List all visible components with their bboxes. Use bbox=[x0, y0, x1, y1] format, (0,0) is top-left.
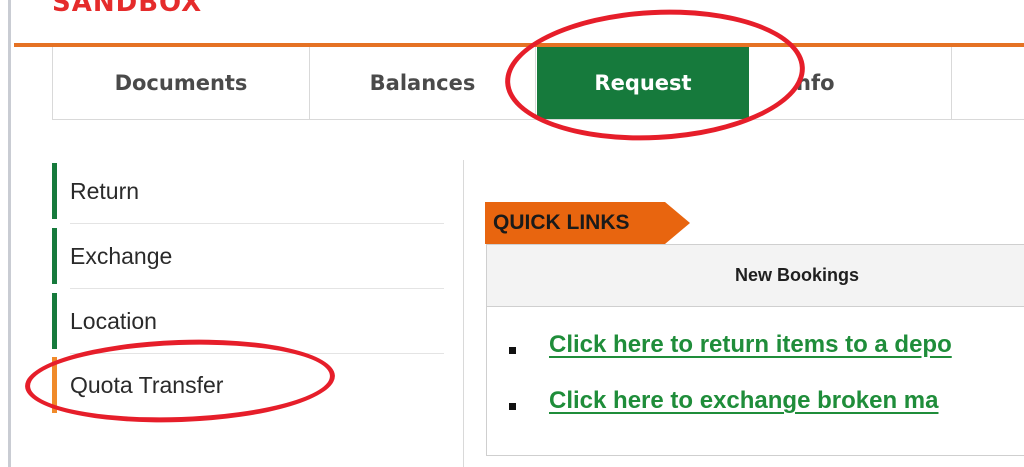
sidebar-item-marker bbox=[52, 357, 57, 413]
left-edge-rule bbox=[8, 0, 11, 467]
content-divider bbox=[463, 160, 464, 467]
sidebar-item-label: Return bbox=[70, 177, 140, 204]
sidebar-item-label: Location bbox=[70, 307, 157, 334]
sidebar-item-return[interactable]: Return bbox=[52, 163, 444, 224]
list-item: Click here to exchange broken ma bbox=[487, 387, 1024, 443]
sidebar-item-marker bbox=[52, 293, 57, 349]
list-item: Click here to return items to a depo bbox=[487, 331, 1024, 387]
new-bookings-panel: New Bookings Click here to return items … bbox=[486, 244, 1024, 456]
return-items-link[interactable]: Click here to return items to a depo bbox=[549, 331, 952, 359]
quick-link-list: Click here to return items to a depo Cli… bbox=[487, 331, 1024, 443]
brand-logo: SANDBOX bbox=[52, 0, 202, 14]
new-bookings-header: New Bookings bbox=[487, 245, 1024, 307]
exchange-broken-link[interactable]: Click here to exchange broken ma bbox=[549, 387, 938, 415]
sidebar-item-exchange[interactable]: Exchange bbox=[52, 228, 444, 289]
quick-links-banner: QUICK LINKS bbox=[485, 202, 695, 244]
sidebar-item-marker bbox=[52, 163, 57, 219]
quick-links-title: QUICK LINKS bbox=[485, 202, 665, 244]
bullet-icon bbox=[509, 347, 516, 354]
sidebar-item-marker bbox=[52, 228, 57, 284]
sidebar-item-location[interactable]: Location bbox=[52, 293, 444, 354]
tab-documents[interactable]: Documents bbox=[52, 47, 310, 119]
sidebar-item-quota-transfer[interactable]: Quota Transfer bbox=[52, 357, 444, 413]
bullet-icon bbox=[509, 403, 516, 410]
sidebar-item-label: Quota Transfer bbox=[70, 371, 224, 398]
tab-balances[interactable]: Balances bbox=[310, 47, 536, 119]
tab-info[interactable]: nfo bbox=[749, 47, 952, 119]
quick-links-arrow bbox=[665, 202, 690, 244]
tab-request[interactable]: Request bbox=[537, 47, 749, 119]
main-tab-bar: Documents Balances Request nfo bbox=[52, 47, 1024, 120]
sidebar-item-label: Exchange bbox=[70, 242, 173, 269]
